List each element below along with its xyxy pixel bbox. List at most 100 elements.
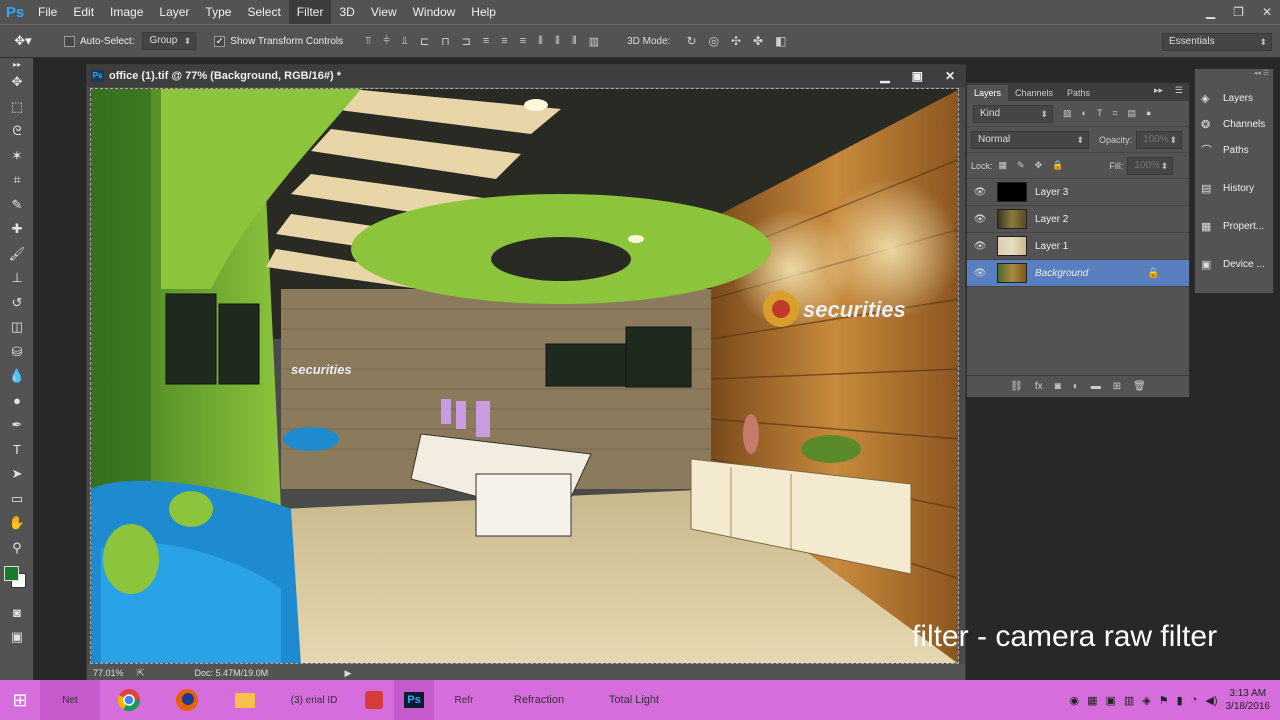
lock-image-icon[interactable]: ✎ (1017, 160, 1025, 171)
doc-close-icon[interactable]: ✕ (945, 69, 955, 83)
dock-paths[interactable]: ⌒ Paths (1195, 137, 1273, 163)
menu-3d[interactable]: 3D (331, 0, 362, 24)
type-tool-icon[interactable]: T (0, 438, 34, 463)
visibility-eye-icon[interactable]: 👁 (967, 241, 993, 252)
transform-controls-checkbox-group[interactable]: Show Transform Controls (214, 35, 343, 47)
3d-rotate-icon[interactable]: ↻ (686, 34, 696, 48)
quick-mask-icon[interactable]: ◙ (0, 600, 34, 625)
panel-collapse-icon[interactable]: ▸▸ (1154, 85, 1163, 96)
layer-row[interactable]: 👁 Layer 2 (967, 206, 1189, 233)
tab-paths[interactable]: Paths (1060, 85, 1097, 101)
fill-field[interactable]: 100% (1127, 156, 1174, 175)
new-group-icon[interactable]: ▬ (1091, 381, 1101, 392)
magic-wand-tool-icon[interactable]: ✶ (0, 144, 34, 169)
layer-name[interactable]: Layer 2 (1035, 214, 1068, 225)
crop-tool-icon[interactable]: ⌗ (0, 168, 34, 193)
dock-channels[interactable]: ❂ Channels (1195, 111, 1273, 137)
taskbar-clock[interactable]: 3:13 AM 3/18/2016 (1226, 687, 1271, 713)
3d-roll-icon[interactable]: ◎ (709, 34, 719, 48)
eraser-tool-icon[interactable]: ◫ (0, 315, 34, 340)
lock-position-icon[interactable]: ✥ (1035, 160, 1043, 171)
eyedropper-tool-icon[interactable]: ✎ (0, 193, 34, 218)
align-left-icon[interactable]: ⊏ (420, 35, 429, 48)
adjustment-layer-icon[interactable]: ◐ (1073, 381, 1079, 392)
delete-layer-icon[interactable]: 🗑 (1133, 381, 1146, 392)
layer-name[interactable]: Background (1035, 268, 1147, 279)
layer-style-icon[interactable]: fx (1035, 381, 1043, 392)
blur-tool-icon[interactable]: 💧 (0, 364, 34, 389)
lasso-tool-icon[interactable]: ᘓ (0, 119, 34, 144)
lock-transparent-icon[interactable]: ▦ (999, 160, 1008, 171)
filter-kind-dropdown[interactable]: Kind (973, 104, 1053, 123)
doc-minimize-icon[interactable]: ▁ (880, 69, 889, 83)
menu-select[interactable]: Select (239, 0, 288, 24)
auto-select-target-dropdown[interactable]: Group (142, 32, 197, 50)
healing-brush-tool-icon[interactable]: ✚ (0, 217, 34, 242)
taskbar-item-network[interactable]: Net (40, 680, 100, 720)
zoom-level[interactable]: 77.01% (93, 668, 133, 678)
status-menu-arrow-icon[interactable]: ▶ (345, 668, 352, 679)
brush-tool-icon[interactable]: 🖌 (0, 242, 34, 267)
history-brush-tool-icon[interactable]: ↺ (0, 291, 34, 316)
auto-select-checkbox-group[interactable]: Auto-Select: (64, 35, 134, 47)
app-icon-red[interactable] (354, 680, 394, 720)
clone-stamp-tool-icon[interactable]: ⊥ (0, 266, 34, 291)
menu-filter[interactable]: Filter (288, 0, 332, 24)
marquee-tool-icon[interactable]: ⬚ (0, 95, 34, 120)
visibility-eye-icon[interactable]: 👁 (967, 268, 993, 279)
move-tool-icon[interactable]: ✥ (0, 70, 34, 95)
transform-controls-checkbox[interactable] (214, 35, 226, 47)
menu-file[interactable]: File (30, 0, 65, 24)
menu-layer[interactable]: Layer (151, 0, 197, 24)
filter-toggle-icon[interactable]: ● (1146, 108, 1151, 119)
foreground-color-swatch[interactable] (4, 566, 19, 581)
dodge-tool-icon[interactable]: ● (0, 389, 34, 414)
visibility-eye-icon[interactable]: 👁 (967, 187, 993, 198)
new-layer-icon[interactable]: ⊞ (1113, 381, 1121, 392)
align-hcenter-icon[interactable]: ⊓ (441, 35, 450, 48)
3d-pan-icon[interactable]: ✣ (731, 34, 741, 48)
restore-icon[interactable]: ❐ (1233, 5, 1244, 19)
align-top-icon[interactable]: ⫪ (365, 35, 371, 48)
distribute-vcenter-icon[interactable]: ≡ (501, 35, 507, 48)
screen-mode-icon[interactable]: ▣ (0, 625, 34, 650)
auto-align-icon[interactable]: ▥ (589, 35, 599, 48)
distribute-bottom-icon[interactable]: ≡ (520, 35, 526, 48)
align-right-icon[interactable]: ⊐ (462, 35, 471, 48)
taskbar-item-total-light[interactable]: Total Light (584, 680, 684, 720)
link-layers-icon[interactable]: ⛓ (1010, 381, 1023, 392)
dock-properties[interactable]: ▦ Propert... (1195, 213, 1273, 239)
taskbar-item-serial[interactable]: (3) erial ID (274, 680, 354, 720)
rectangle-tool-icon[interactable]: ▭ (0, 487, 34, 512)
zoom-tool-icon[interactable]: ⚲ (0, 536, 34, 561)
start-button[interactable]: ⊞ (0, 680, 40, 720)
distribute-hcenter-icon[interactable]: ⦀ (555, 35, 560, 48)
move-tool-preset-icon[interactable]: ✥▾ (0, 33, 46, 49)
photoshop-taskbar-icon[interactable]: Ps (394, 680, 434, 720)
tray-folder-icon[interactable]: ▥ (1124, 694, 1134, 707)
tray-battery-icon[interactable]: ▮ (1177, 694, 1183, 707)
add-mask-icon[interactable]: ◙ (1055, 381, 1061, 392)
distribute-top-icon[interactable]: ≡ (483, 35, 489, 48)
firefox-icon[interactable] (158, 680, 216, 720)
menu-edit[interactable]: Edit (65, 0, 102, 24)
taskbar-item-refr[interactable]: Refr (434, 680, 494, 720)
lock-all-icon[interactable]: 🔒 (1052, 160, 1063, 171)
tray-nvidia-icon[interactable]: ▣ (1106, 694, 1116, 707)
document-tab[interactable]: Ps office (1).tif @ 77% (Background, RGB… (87, 65, 965, 87)
close-icon[interactable]: ✕ (1262, 5, 1272, 19)
layer-name[interactable]: Layer 3 (1035, 187, 1068, 198)
menu-help[interactable]: Help (463, 0, 504, 24)
chrome-icon[interactable] (100, 680, 158, 720)
panel-menu-icon[interactable]: ☰ (1175, 85, 1183, 96)
auto-select-checkbox[interactable] (64, 35, 75, 47)
3d-slide-icon[interactable]: ✤ (753, 34, 763, 48)
opacity-field[interactable]: 100% (1136, 130, 1183, 149)
menu-view[interactable]: View (363, 0, 405, 24)
dock-collapse-icon[interactable]: ◂◂ ☰ (1195, 69, 1273, 77)
layer-row[interactable]: 👁 Layer 1 (967, 233, 1189, 260)
filter-smart-icon[interactable]: ▤ (1128, 108, 1137, 119)
distribute-right-icon[interactable]: ⦀ (572, 35, 577, 48)
tab-layers[interactable]: Layers (967, 85, 1009, 101)
paint-bucket-tool-icon[interactable]: ⛁ (0, 340, 34, 365)
